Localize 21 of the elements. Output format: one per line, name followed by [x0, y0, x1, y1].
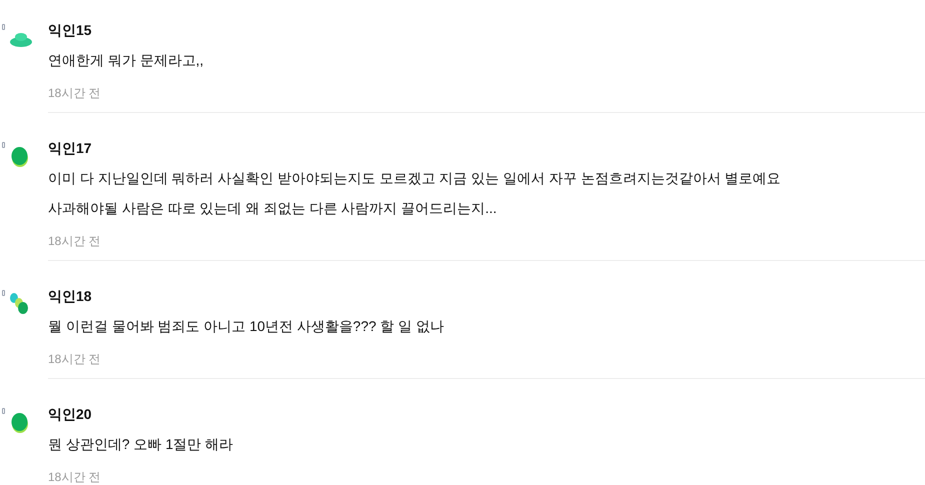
avatar-icon [11, 146, 29, 168]
badge-mark [2, 24, 5, 30]
author-name: 익인17 [48, 139, 93, 158]
comment-text: 뭘 이런걸 물어봐 범죄도 아니고 10년전 사생활을??? 할 일 없나 [48, 317, 445, 336]
comment-text: 사과해야될 사람은 따로 있는데 왜 죄없는 다른 사람까지 끌어드리는지... [48, 199, 498, 218]
author-name: 익인15 [48, 21, 93, 40]
comment-text: 연애한게 뭐가 문제라고,, [48, 51, 205, 70]
comment-text: 뭔 상관인데? 오빠 1절만 해라 [48, 435, 234, 454]
avatar-icon [9, 32, 33, 48]
badge-mark [2, 290, 5, 296]
timestamp: 18시간 전 [48, 351, 102, 368]
author-name: 익인18 [48, 287, 93, 306]
avatar-icon [9, 292, 29, 316]
comment-text: 이미 다 지난일인데 뭐하러 사실확인 받아야되는지도 모르겠고 지금 있는 일에서 자꾸 논점흐려지는것같아서 별로예요 [48, 169, 782, 188]
badge-mark [2, 408, 5, 414]
timestamp: 18시간 전 [48, 469, 102, 485]
author-name: 익인20 [48, 405, 93, 424]
timestamp: 18시간 전 [48, 85, 102, 102]
avatar-icon [11, 412, 29, 434]
badge-mark [2, 142, 5, 148]
timestamp: 18시간 전 [48, 233, 102, 250]
